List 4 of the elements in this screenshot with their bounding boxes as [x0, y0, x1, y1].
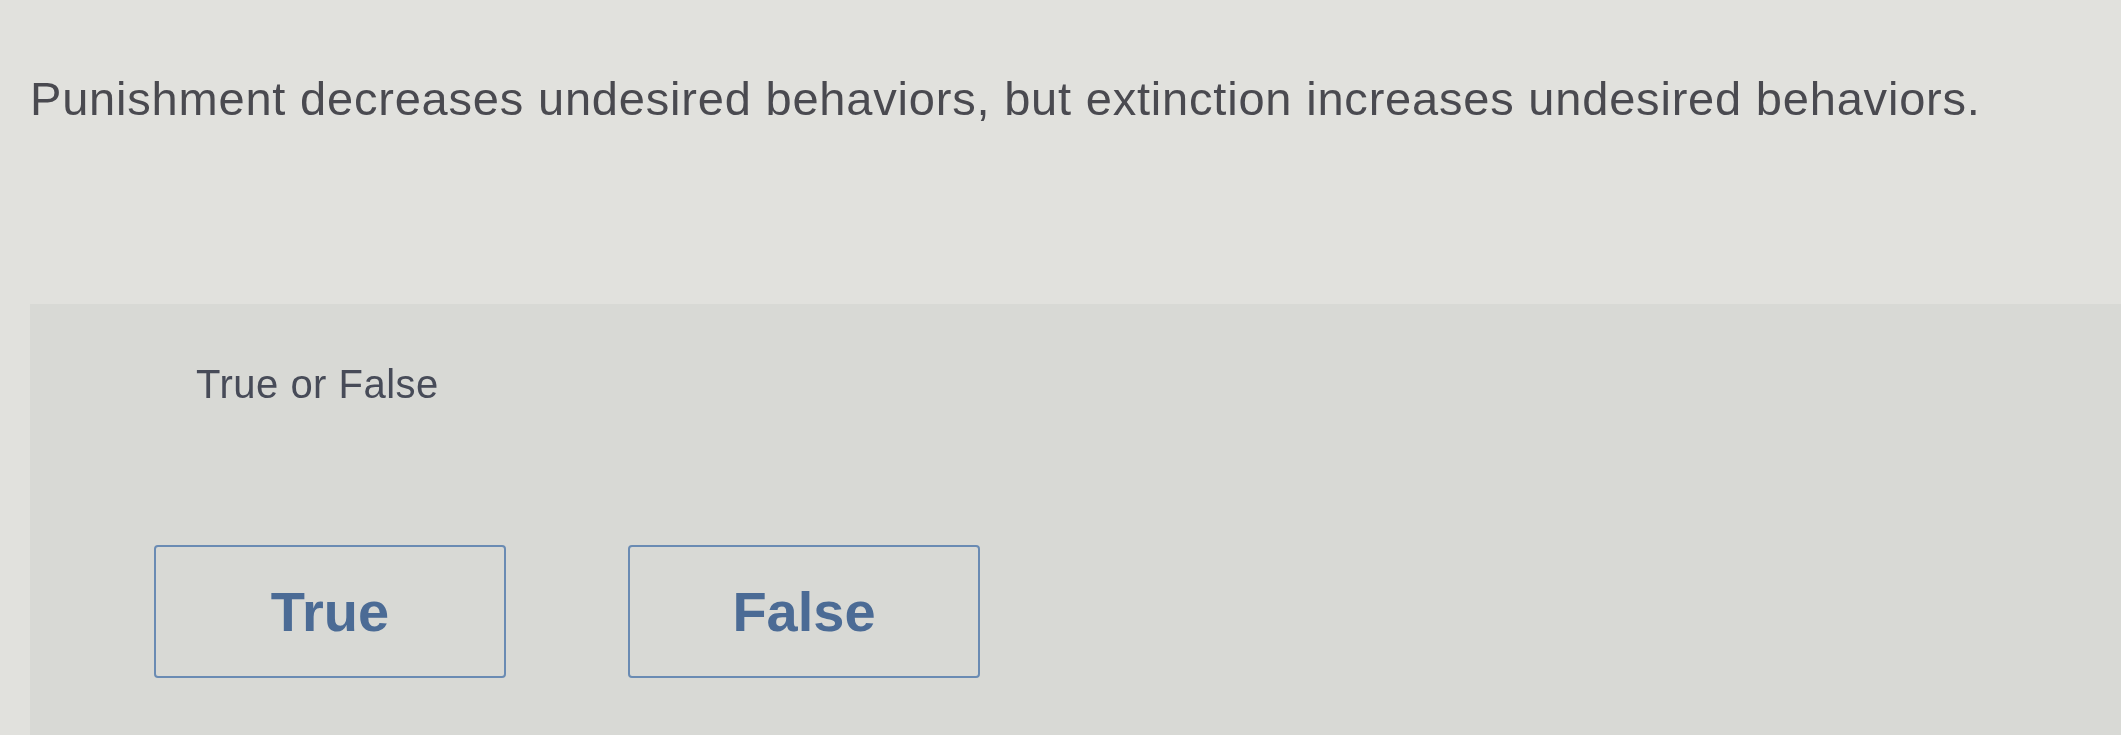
- answer-option-button[interactable]: True: [154, 545, 506, 678]
- answer-option-button[interactable]: False: [628, 545, 980, 678]
- prompt-text: True or False: [196, 361, 439, 408]
- question-text: Punishment decreases undesired behaviors, but extinction increases undesired behaviors.: [30, 71, 1981, 127]
